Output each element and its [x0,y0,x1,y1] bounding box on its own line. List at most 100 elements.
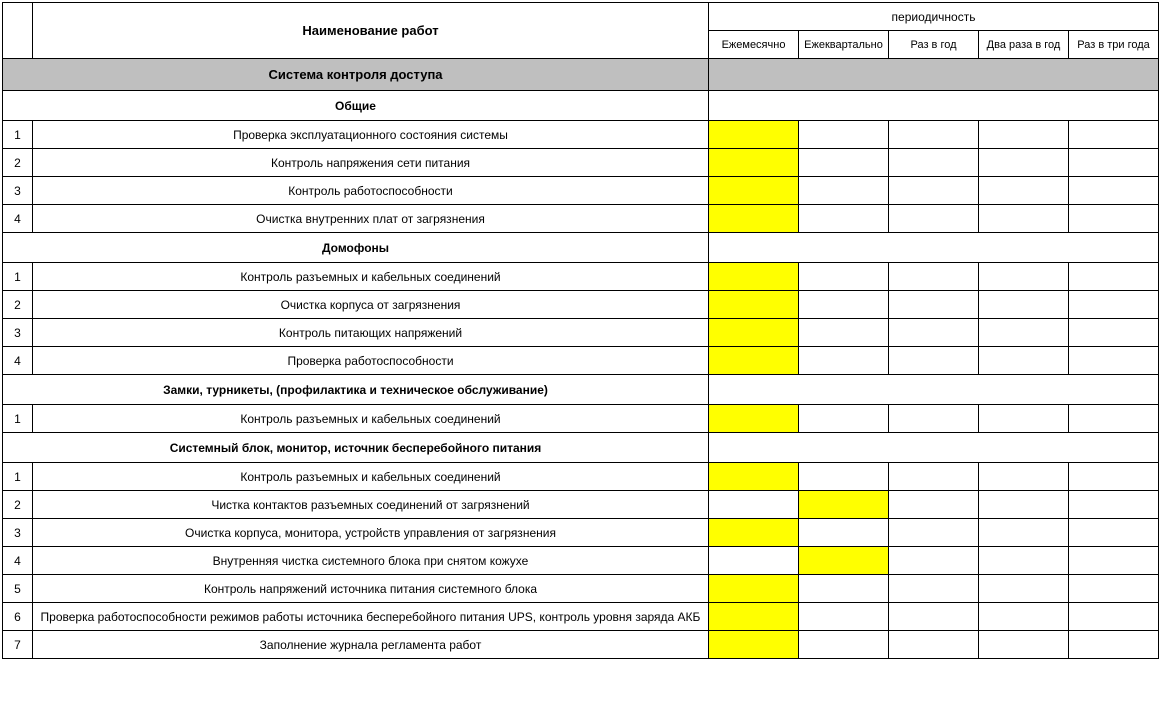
subsection-title: Замки, турникеты, (профилактика и технич… [3,375,709,405]
freq-cell [709,121,799,149]
freq-cell [799,177,889,205]
row-num: 4 [3,347,33,375]
row-name: Проверка работоспособности [33,347,709,375]
freq-cell [979,519,1069,547]
freq-cell [1069,319,1159,347]
freq-cell [889,347,979,375]
freq-cell [889,291,979,319]
freq-cell [799,263,889,291]
row-num: 3 [3,519,33,547]
freq-cell [979,631,1069,659]
freq-cell [1069,405,1159,433]
freq-cell [889,631,979,659]
subsection-title: Общие [3,91,709,121]
freq-cell [1069,547,1159,575]
freq-header-2: Раз в год [889,31,979,59]
freq-cell [889,405,979,433]
freq-header-3: Два раза в год [979,31,1069,59]
row-num: 2 [3,291,33,319]
freq-cell [799,405,889,433]
freq-header-4: Раз в три года [1069,31,1159,59]
freq-cell [799,491,889,519]
row-num: 1 [3,463,33,491]
freq-cell [979,347,1069,375]
subsection-title-right [709,233,1159,263]
freq-cell [709,519,799,547]
freq-cell [889,519,979,547]
freq-cell [979,149,1069,177]
freq-cell [889,547,979,575]
freq-cell [889,575,979,603]
freq-cell [1069,463,1159,491]
row-name: Очистка корпуса от загрязнения [33,291,709,319]
freq-cell [889,603,979,631]
freq-cell [799,291,889,319]
freq-cell [799,205,889,233]
freq-cell [799,347,889,375]
header-periodicity: периодичность [709,3,1159,31]
freq-cell [709,205,799,233]
freq-cell [709,319,799,347]
header-num-cell [3,3,33,59]
freq-cell [799,519,889,547]
freq-cell [979,575,1069,603]
row-name: Контроль работоспособности [33,177,709,205]
freq-cell [979,319,1069,347]
row-num: 1 [3,263,33,291]
freq-cell [979,177,1069,205]
row-num: 1 [3,121,33,149]
row-name: Контроль напряжения сети питания [33,149,709,177]
freq-cell [979,291,1069,319]
row-name: Заполнение журнала регламента работ [33,631,709,659]
freq-cell [709,603,799,631]
freq-header-0: Ежемесячно [709,31,799,59]
header-name-cell: Наименование работ [33,3,709,59]
subsection-title: Системный блок, монитор, источник беспер… [3,433,709,463]
freq-cell [1069,631,1159,659]
row-name: Чистка контактов разъемных соединений от… [33,491,709,519]
freq-cell [1069,519,1159,547]
row-name: Контроль разъемных и кабельных соединени… [33,263,709,291]
freq-cell [799,603,889,631]
row-name: Проверка эксплуатационного состояния сис… [33,121,709,149]
freq-cell [1069,491,1159,519]
row-name: Контроль разъемных и кабельных соединени… [33,405,709,433]
freq-cell [1069,263,1159,291]
freq-cell [1069,205,1159,233]
subsection-title-right [709,375,1159,405]
freq-cell [889,463,979,491]
row-name: Очистка корпуса, монитора, устройств упр… [33,519,709,547]
freq-cell [889,177,979,205]
freq-cell [889,121,979,149]
row-name: Контроль питающих напряжений [33,319,709,347]
row-name: Контроль напряжений источника питания си… [33,575,709,603]
subsection-title-right [709,91,1159,121]
freq-cell [799,149,889,177]
freq-cell [799,121,889,149]
section-title-right [709,59,1159,91]
freq-cell [709,149,799,177]
row-num: 2 [3,149,33,177]
row-num: 4 [3,547,33,575]
subsection-title: Домофоны [3,233,709,263]
row-name: Контроль разъемных и кабельных соединени… [33,463,709,491]
section-title: Система контроля доступа [3,59,709,91]
freq-cell [1069,149,1159,177]
freq-cell [709,631,799,659]
subsection-title-right [709,433,1159,463]
row-num: 3 [3,319,33,347]
maintenance-schedule-table: Наименование работ периодичность Ежемеся… [2,2,1159,659]
freq-cell [709,405,799,433]
freq-cell [709,547,799,575]
freq-cell [889,319,979,347]
freq-cell [799,319,889,347]
freq-cell [979,491,1069,519]
freq-cell [1069,603,1159,631]
freq-cell [799,631,889,659]
row-num: 2 [3,491,33,519]
freq-cell [979,205,1069,233]
freq-cell [979,603,1069,631]
freq-cell [709,575,799,603]
freq-cell [1069,121,1159,149]
row-num: 7 [3,631,33,659]
